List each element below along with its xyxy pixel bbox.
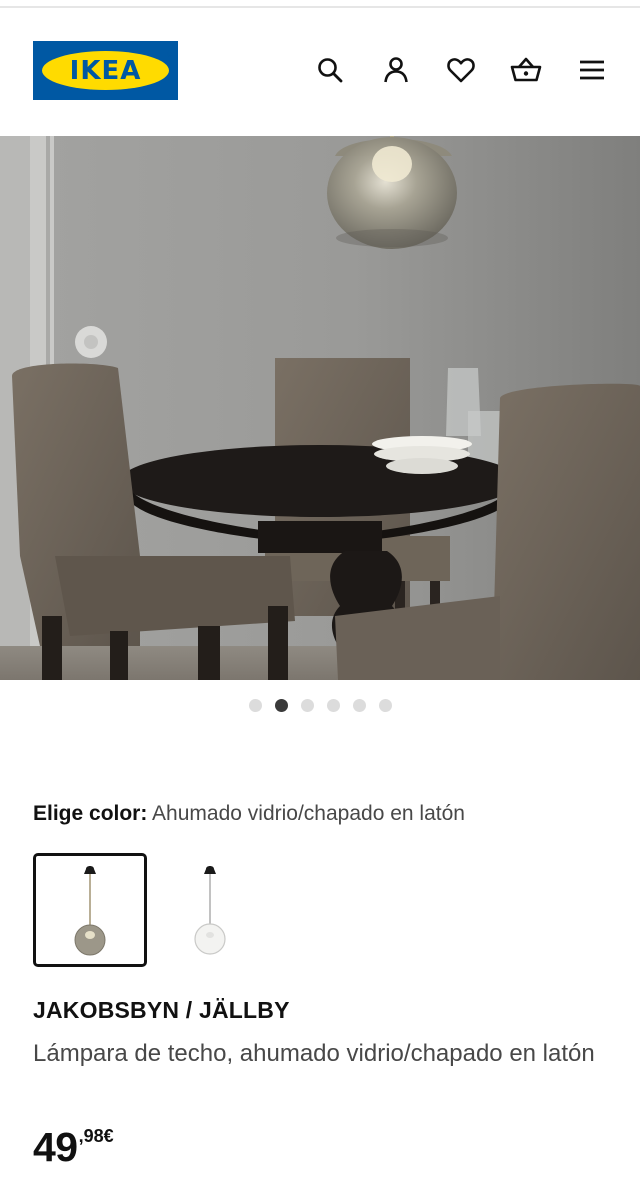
color-option-smoked-glass[interactable] (33, 853, 147, 967)
carousel-pagination (0, 699, 640, 713)
registered-mark: ® (166, 52, 172, 59)
color-label-title: Elige color: (33, 802, 148, 825)
status-bar-divider (0, 0, 640, 8)
clear-glass-pendant-thumbnail (194, 866, 226, 955)
carousel-dot[interactable] (248, 699, 262, 712)
user-icon[interactable] (380, 54, 412, 86)
ikea-logo[interactable]: IKEA ® (33, 41, 178, 100)
product-image-carousel[interactable] (0, 136, 640, 680)
carousel-dot-active[interactable] (274, 699, 288, 712)
shopping-basket-icon[interactable] (510, 54, 542, 86)
product-photo (0, 136, 640, 680)
product-name[interactable]: JAKOBSBYN / JÄLLBY (33, 997, 290, 1024)
site-header: IKEA ® (0, 10, 640, 136)
product-description: Lámpara de techo, ahumado vidrio/chapado… (33, 1040, 595, 1067)
color-selection-label: Elige color: Ahumado vidrio/chapado en l… (33, 802, 465, 826)
price-integer: 49 (33, 1124, 78, 1170)
carousel-dot[interactable] (352, 699, 366, 712)
color-selected-value: Ahumado vidrio/chapado en latón (152, 802, 465, 825)
carousel-dot[interactable] (378, 699, 392, 712)
search-icon[interactable] (314, 54, 346, 86)
logo-text: IKEA (69, 55, 142, 86)
carousel-dot[interactable] (326, 699, 340, 712)
product-price: 49,98€ (33, 1124, 114, 1171)
price-decimal: ,98€ (78, 1126, 114, 1146)
smoked-glass-pendant-thumbnail (74, 866, 106, 956)
menu-icon[interactable] (576, 54, 608, 86)
color-option-clear-glass[interactable] (153, 853, 267, 967)
heart-icon[interactable] (445, 54, 477, 86)
carousel-dot[interactable] (300, 699, 314, 712)
